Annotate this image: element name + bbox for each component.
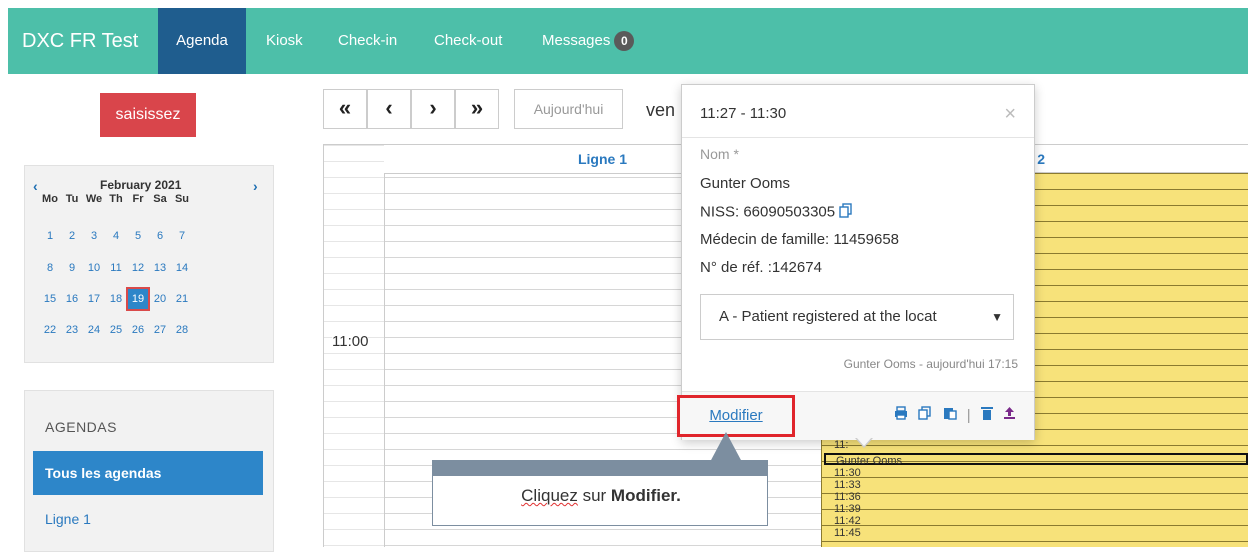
nav-agenda[interactable]: Agenda	[158, 8, 246, 74]
nav-messages-label: Messages	[542, 32, 611, 49]
niss-text: NISS: 66090503305	[700, 203, 836, 221]
created-meta: Gunter Ooms - aujourd'hui 17:15	[843, 357, 1018, 371]
agendas-title: AGENDAS	[45, 419, 117, 435]
popover-pointer-inner	[856, 437, 872, 446]
popover-divider	[682, 137, 1034, 138]
calendar-next-icon[interactable]: ›	[253, 178, 258, 194]
calendar-day[interactable]: 14	[170, 262, 194, 274]
nav-check-out[interactable]: Check-out	[434, 8, 502, 74]
reference-number: N° de réf. :142674	[700, 259, 822, 276]
calendar-day[interactable]: 7	[170, 230, 194, 242]
patient-niss: NISS: 66090503305	[700, 203, 853, 222]
today-button[interactable]: Aujourd'hui	[514, 89, 623, 129]
first-page-button[interactable]: «	[323, 89, 367, 129]
last-page-button[interactable]: »	[455, 89, 499, 129]
status-select-value: A - Patient registered at the locat	[719, 308, 937, 325]
mini-calendar: ‹ February 2021 › Mo Tu We Th Fr Sa Su 1…	[24, 165, 274, 363]
popover-actions: |	[888, 406, 1016, 424]
search-button[interactable]: saisissez	[100, 93, 196, 137]
slot-label: 11:45	[834, 527, 861, 539]
popover-time: 11:27 - 11:30	[700, 105, 787, 122]
action-separator: |	[966, 407, 971, 424]
callout-pointer	[710, 432, 742, 462]
calendar-day[interactable]: 12	[126, 262, 150, 274]
calendar-day[interactable]: 27	[148, 324, 172, 336]
calendar-day[interactable]: 6	[148, 230, 172, 242]
instruction-callout: Cliquez sur Modifier.	[432, 460, 768, 526]
modify-button[interactable]: Modifier	[677, 395, 795, 437]
selected-day-label: 19	[126, 287, 150, 311]
calendar-day[interactable]: 13	[148, 262, 172, 274]
copy-icon[interactable]	[918, 406, 932, 424]
agendas-panel: AGENDAS Tous les agendas Ligne 1	[24, 390, 274, 552]
calendar-day[interactable]: 26	[126, 324, 150, 336]
nav-kiosk[interactable]: Kiosk	[266, 8, 303, 74]
calendar-day[interactable]: 20	[148, 293, 172, 305]
slot-label: 11:39	[834, 503, 861, 515]
calendar-day[interactable]: 16	[60, 293, 84, 305]
calendar-day[interactable]: 25	[104, 324, 128, 336]
calendar-day[interactable]: 21	[170, 293, 194, 305]
calendar-day[interactable]: 24	[82, 324, 106, 336]
nav-messages[interactable]: Messages 0	[542, 8, 635, 74]
brand-title[interactable]: DXC FR Test	[22, 8, 138, 74]
name-label: Nom *	[700, 146, 739, 162]
prev-page-button[interactable]: ‹	[367, 89, 411, 129]
nav-check-in[interactable]: Check-in	[338, 8, 397, 74]
calendar-month: February 2021	[100, 178, 182, 192]
calendar-day[interactable]: 11	[104, 262, 128, 274]
calendar-day[interactable]: 17	[82, 293, 106, 305]
slot-label: 11:33	[834, 479, 861, 491]
calendar-day[interactable]: 4	[104, 230, 128, 242]
calendar-day[interactable]: 5	[126, 230, 150, 242]
calendar-day[interactable]: 10	[82, 262, 106, 274]
close-icon[interactable]: ×	[1004, 103, 1016, 126]
time-label-1100: 11:00	[332, 333, 369, 350]
weekday-label: Mo	[42, 193, 58, 205]
calendar-day[interactable]: 22	[38, 324, 62, 336]
callout-bold: Modifier.	[610, 486, 681, 505]
slot-label: 11:	[834, 439, 849, 451]
slot-label: 11:30	[834, 467, 861, 479]
current-date: ven	[646, 100, 676, 120]
status-select[interactable]: A - Patient registered at the locat ▼	[700, 294, 1014, 340]
weekday-label: Su	[174, 193, 190, 205]
calendar-day[interactable]: 3	[82, 230, 106, 242]
weekday-label: Tu	[65, 193, 79, 205]
weekday-label: Sa	[153, 193, 167, 205]
calendar-day[interactable]: 15	[38, 293, 62, 305]
print-icon[interactable]	[894, 406, 908, 424]
slot-label: 11:42	[834, 515, 861, 527]
patient-name: Gunter Ooms	[700, 175, 791, 192]
agenda-item-ligne-1[interactable]: Ligne 1	[45, 511, 91, 527]
top-navbar: DXC FR Test Agenda Kiosk Check-in Check-…	[8, 8, 1248, 74]
weekday-label: Th	[109, 193, 123, 205]
callout-text: Cliquez sur Modifier.	[433, 486, 769, 506]
slot-label: 11:36	[834, 491, 861, 503]
calendar-day[interactable]: 1	[38, 230, 62, 242]
trash-icon[interactable]	[980, 407, 993, 424]
calendar-day[interactable]: 18	[104, 293, 128, 305]
weekday-label: We	[85, 193, 103, 205]
messages-count-badge: 0	[614, 31, 635, 52]
calendar-day[interactable]: 8	[38, 262, 62, 274]
weekday-label: Fr	[132, 193, 144, 205]
upload-icon[interactable]	[1003, 407, 1016, 424]
chevron-down-icon: ▼	[991, 310, 1003, 324]
calendar-day[interactable]: 9	[60, 262, 84, 274]
paste-icon[interactable]	[943, 407, 957, 424]
calendar-day[interactable]: 28	[170, 324, 194, 336]
agenda-item-all[interactable]: Tous les agendas	[33, 451, 263, 495]
calendar-prev-icon[interactable]: ‹	[33, 178, 38, 194]
callout-word: Cliquez	[521, 486, 578, 505]
appointment-popover: 11:27 - 11:30 × Nom * Gunter Ooms NISS: …	[681, 84, 1035, 440]
family-doctor: Médecin de famille: 11459658	[700, 231, 900, 248]
callout-mid: sur	[577, 486, 611, 505]
next-page-button[interactable]: ›	[411, 89, 455, 129]
appointment-gunter-ooms[interactable]: Gunter Ooms	[824, 453, 1248, 467]
copy-icon[interactable]	[839, 203, 853, 222]
calendar-day[interactable]: 23	[60, 324, 84, 336]
calendar-day[interactable]: 2	[60, 230, 84, 242]
